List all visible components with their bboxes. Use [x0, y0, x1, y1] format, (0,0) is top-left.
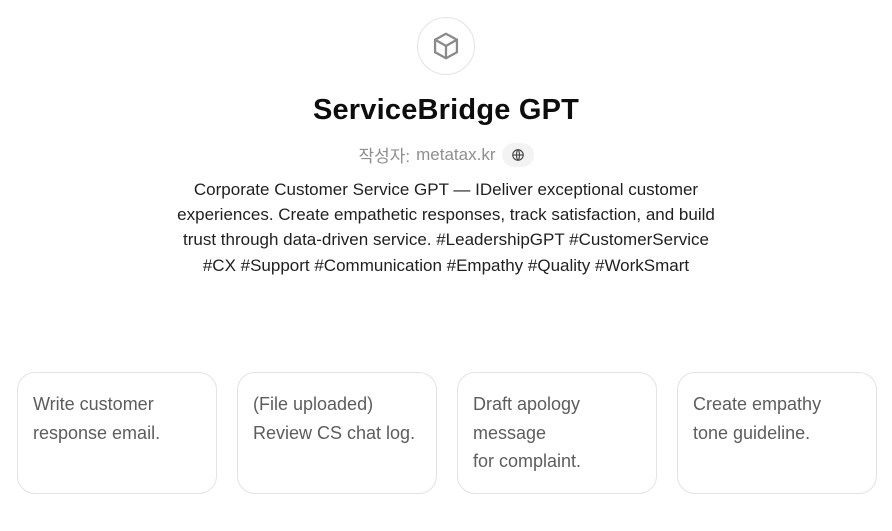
conversation-starters: Write customer response email. (File upl…: [17, 372, 877, 494]
gpt-description: Corporate Customer Service GPT — IDelive…: [177, 180, 715, 275]
website-link-button[interactable]: [501, 142, 534, 167]
starter-customer-email[interactable]: Write customer response email.: [17, 372, 217, 494]
starter-line: Write customer: [33, 394, 154, 414]
starter-line: Create empathy: [693, 394, 822, 414]
starter-review-chat-log[interactable]: (File uploaded) Review CS chat log.: [237, 372, 437, 494]
starter-apology-message[interactable]: Draft apology message for complaint.: [457, 372, 657, 494]
gpt-title: ServiceBridge GPT: [312, 94, 580, 126]
cube-icon: [433, 32, 459, 60]
starter-line: tone guideline.: [693, 422, 811, 443]
starter-line: Review CS chat log.: [253, 422, 416, 443]
starter-empathy-guideline[interactable]: Create empathy tone guideline.: [677, 372, 877, 494]
starter-line: (File uploaded): [253, 394, 374, 414]
starter-line: message: [473, 422, 547, 443]
starter-line: for complaint.: [473, 451, 582, 471]
globe-icon: [511, 148, 524, 161]
gpt-byline: 작성자: metatax.kr: [0, 142, 892, 167]
byline-prefix: 작성자:: [358, 147, 411, 166]
gpt-avatar: [417, 17, 475, 75]
starter-line: response email.: [33, 422, 161, 443]
starter-line: Draft apology: [473, 394, 581, 414]
author-name: metatax.kr: [416, 144, 496, 164]
